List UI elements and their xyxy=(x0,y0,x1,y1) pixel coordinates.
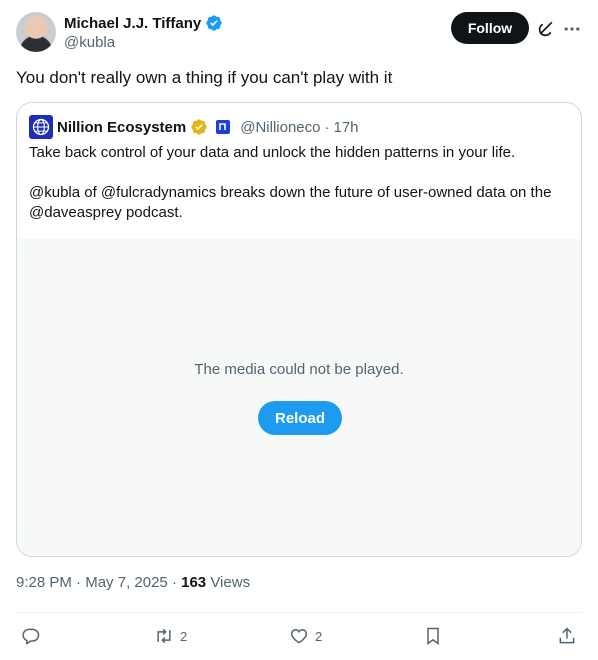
follow-button[interactable]: Follow xyxy=(451,12,529,44)
separator: · xyxy=(324,118,330,136)
separator: · xyxy=(171,574,177,591)
bookmark-button[interactable] xyxy=(423,624,443,648)
tweet-time[interactable]: 9:28 PM xyxy=(16,574,72,591)
author-handle[interactable]: @kubla xyxy=(64,33,223,53)
like-icon xyxy=(290,628,308,644)
bookmark-icon xyxy=(427,627,439,645)
quote-avatar[interactable] xyxy=(29,115,53,139)
reply-icon xyxy=(22,628,40,645)
views-label: Views xyxy=(210,574,251,591)
author-name[interactable]: Michael J.J. Tiffany xyxy=(64,15,201,32)
like-button[interactable]: 2 xyxy=(289,624,322,648)
quote-header: Nillion Ecosystem @Nillioneco · 17h xyxy=(29,115,359,139)
retweet-button[interactable]: 2 xyxy=(154,624,187,648)
globe-icon xyxy=(32,118,50,136)
retweet-icon xyxy=(157,628,171,644)
quote-paragraph: @kubla of @fulcradynamics breaks down th… xyxy=(29,184,552,221)
avatar[interactable] xyxy=(16,12,56,52)
action-bar: 2 2 xyxy=(16,624,582,648)
reload-button[interactable]: Reload xyxy=(258,401,342,435)
tweet-date[interactable]: May 7, 2025 xyxy=(85,574,168,591)
author-info: Michael J.J. Tiffany @kubla xyxy=(64,13,223,53)
tweet-header: Michael J.J. Tiffany @kubla Follow xyxy=(16,12,582,52)
retweet-count: 2 xyxy=(180,628,188,644)
media-player[interactable]: The media could not be played. Reload xyxy=(17,239,581,556)
gold-verified-icon xyxy=(191,119,207,135)
verified-icon xyxy=(206,15,222,31)
quote-author-name[interactable]: Nillion Ecosystem xyxy=(57,119,186,136)
like-count: 2 xyxy=(315,628,323,644)
tweet-text: You don't really own a thing if you can'… xyxy=(16,68,393,87)
quote-paragraph: Take back control of your data and unloc… xyxy=(29,144,516,161)
quote-author-handle[interactable]: @Nillioneco xyxy=(240,119,320,136)
share-button[interactable] xyxy=(557,624,577,648)
quote-time[interactable]: 17h xyxy=(333,119,358,136)
media-error-message: The media could not be played. xyxy=(194,361,404,378)
quoted-tweet[interactable]: Nillion Ecosystem @Nillioneco · 17h Take… xyxy=(16,102,582,557)
views-count: 163 xyxy=(181,574,207,591)
share-icon xyxy=(559,627,575,644)
divider xyxy=(16,612,582,613)
affiliate-badge-icon xyxy=(216,120,231,134)
more-icon[interactable] xyxy=(562,19,582,39)
reply-button[interactable] xyxy=(21,624,41,648)
grok-icon[interactable] xyxy=(536,19,556,39)
separator: · xyxy=(76,574,82,591)
quote-text: Take back control of your data and unloc… xyxy=(29,143,574,223)
tweet-meta: 9:28 PM · May 7, 2025 · 163 Views xyxy=(16,573,250,593)
